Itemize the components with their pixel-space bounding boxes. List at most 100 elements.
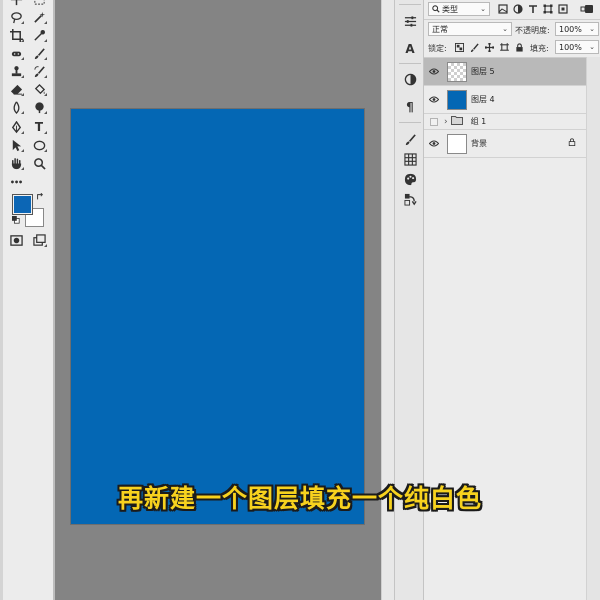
lock-label: 锁定:	[428, 44, 447, 53]
chevron-down-icon: ⌄	[589, 43, 595, 51]
layers-scrollbar[interactable]	[586, 57, 600, 600]
eraser-tool-icon[interactable]	[8, 81, 24, 97]
history-brush-tool-icon[interactable]	[31, 63, 47, 79]
layer-thumbnail-blue	[447, 89, 467, 110]
panel-divider	[424, 19, 600, 20]
layer-row-group-1[interactable]: › 组 1	[424, 114, 586, 130]
layer-row-layer-5[interactable]: 图层 5	[424, 58, 586, 86]
paragraph-panel-glyph: ¶	[406, 100, 414, 114]
properties-panel-icon[interactable]	[401, 12, 419, 30]
filter-pixel-layers-icon[interactable]	[497, 3, 509, 15]
document-canvas[interactable]	[70, 108, 365, 525]
visibility-toggle-off[interactable]	[430, 117, 438, 126]
blend-mode-value: 正常	[432, 24, 448, 34]
eye-icon[interactable]	[424, 96, 444, 103]
healing-brush-tool-icon[interactable]	[8, 45, 24, 61]
hand-tool-icon[interactable]	[8, 155, 24, 171]
fill-input[interactable]: 100% ⌄	[555, 40, 599, 54]
opacity-input[interactable]: 100% ⌄	[555, 22, 599, 36]
swap-colors-icon[interactable]	[35, 192, 45, 202]
dock-separator	[399, 63, 421, 64]
more-tools-icon[interactable]: •••	[8, 175, 24, 191]
layer-filter-kind-value: 类型	[442, 4, 458, 14]
tool-flyout-marker	[44, 111, 47, 114]
opacity-value: 100%	[559, 24, 582, 34]
tool-flyout-marker	[21, 167, 24, 170]
chevron-right-icon[interactable]: ›	[444, 117, 448, 127]
pen-tool-icon[interactable]	[8, 119, 24, 135]
eye-icon[interactable]	[424, 68, 444, 75]
tool-flyout-marker	[44, 75, 47, 78]
tool-flyout-marker	[44, 39, 47, 42]
video-subtitle: 再新建一个图层填充一个纯白色	[117, 484, 482, 513]
path-selection-tool-icon[interactable]	[8, 137, 24, 153]
fill-label: 填充:	[530, 44, 549, 53]
filter-type-layers-icon[interactable]	[527, 3, 539, 15]
adjustments-panel-icon[interactable]	[401, 70, 419, 88]
artboard-tool-icon[interactable]	[31, 0, 47, 7]
crop-tool-icon[interactable]	[8, 27, 24, 43]
eye-icon[interactable]	[424, 140, 444, 147]
tool-flyout-marker	[44, 244, 47, 247]
screen-mode-icon[interactable]	[31, 232, 47, 248]
lock-transparent-pixels-icon[interactable]	[454, 42, 465, 53]
layer-name: 图层 4	[471, 95, 495, 104]
clone-stamp-tool-icon[interactable]	[8, 63, 24, 79]
eyedropper-tool-icon[interactable]	[31, 27, 47, 43]
brushes-panel-icon[interactable]	[401, 130, 419, 148]
quick-mask-icon[interactable]	[8, 232, 24, 248]
layer-name: 组 1	[470, 117, 487, 126]
chevron-down-icon: ⌄	[589, 25, 595, 33]
filter-toggle-switch[interactable]	[579, 3, 595, 15]
lock-position-icon[interactable]	[484, 42, 495, 53]
character-panel-glyph: A	[405, 42, 415, 56]
folder-icon	[450, 115, 471, 128]
layer-name: 背景	[471, 139, 487, 148]
type-tool-icon[interactable]: T	[31, 119, 47, 135]
lock-artboard-icon[interactable]	[499, 42, 510, 53]
tool-flyout-marker	[21, 75, 24, 78]
history-panel-icon[interactable]	[401, 190, 419, 208]
search-icon	[432, 5, 440, 13]
filter-adjustment-layers-icon[interactable]	[512, 3, 524, 15]
tool-flyout-marker	[21, 39, 24, 42]
lock-image-pixels-icon[interactable]	[469, 42, 480, 53]
filter-shape-layers-icon[interactable]	[542, 3, 554, 15]
tool-flyout-marker	[44, 149, 47, 152]
chevron-down-icon: ⌄	[502, 25, 508, 33]
default-colors-icon[interactable]	[11, 215, 21, 225]
character-panel-icon[interactable]: A	[401, 40, 419, 58]
blur-tool-icon[interactable]	[8, 99, 24, 115]
lock-all-icon[interactable]	[514, 42, 525, 53]
magic-wand-tool-icon[interactable]	[31, 9, 47, 25]
ellipse-tool-icon[interactable]	[31, 137, 47, 153]
paragraph-panel-icon[interactable]: ¶	[401, 98, 419, 116]
brush-tool-icon[interactable]	[31, 45, 47, 61]
paint-bucket-tool-icon[interactable]	[31, 81, 47, 97]
lasso-tool-icon[interactable]	[8, 9, 24, 25]
tool-flyout-marker	[21, 93, 24, 96]
tool-flyout-marker	[44, 93, 47, 96]
layer-row-background[interactable]: 背景	[424, 130, 586, 158]
tool-flyout-marker	[44, 57, 47, 60]
lock-icon	[568, 138, 576, 149]
tool-flyout-marker	[21, 21, 24, 24]
tool-flyout-marker	[21, 111, 24, 114]
tool-flyout-marker	[21, 57, 24, 60]
dock-grip	[399, 4, 421, 5]
layer-name: 图层 5	[471, 67, 495, 76]
blend-mode-select[interactable]: 正常 ⌄	[428, 22, 512, 36]
more-tools-glyph: •••	[9, 178, 23, 187]
dodge-tool-icon[interactable]	[31, 99, 47, 115]
move-tool-icon[interactable]	[8, 0, 24, 7]
tool-flyout-marker	[21, 131, 24, 134]
filter-smart-objects-icon[interactable]	[557, 3, 569, 15]
tool-flyout-marker	[44, 131, 47, 134]
color-panel-icon[interactable]	[401, 170, 419, 188]
layer-row-layer-4[interactable]: 图层 4	[424, 86, 586, 114]
swatches-panel-icon[interactable]	[401, 150, 419, 168]
foreground-color-swatch[interactable]	[12, 194, 33, 215]
layer-filter-kind-select[interactable]: 类型 ⌄	[428, 2, 490, 16]
tool-flyout-marker	[21, 149, 24, 152]
zoom-tool-icon[interactable]	[31, 155, 47, 171]
